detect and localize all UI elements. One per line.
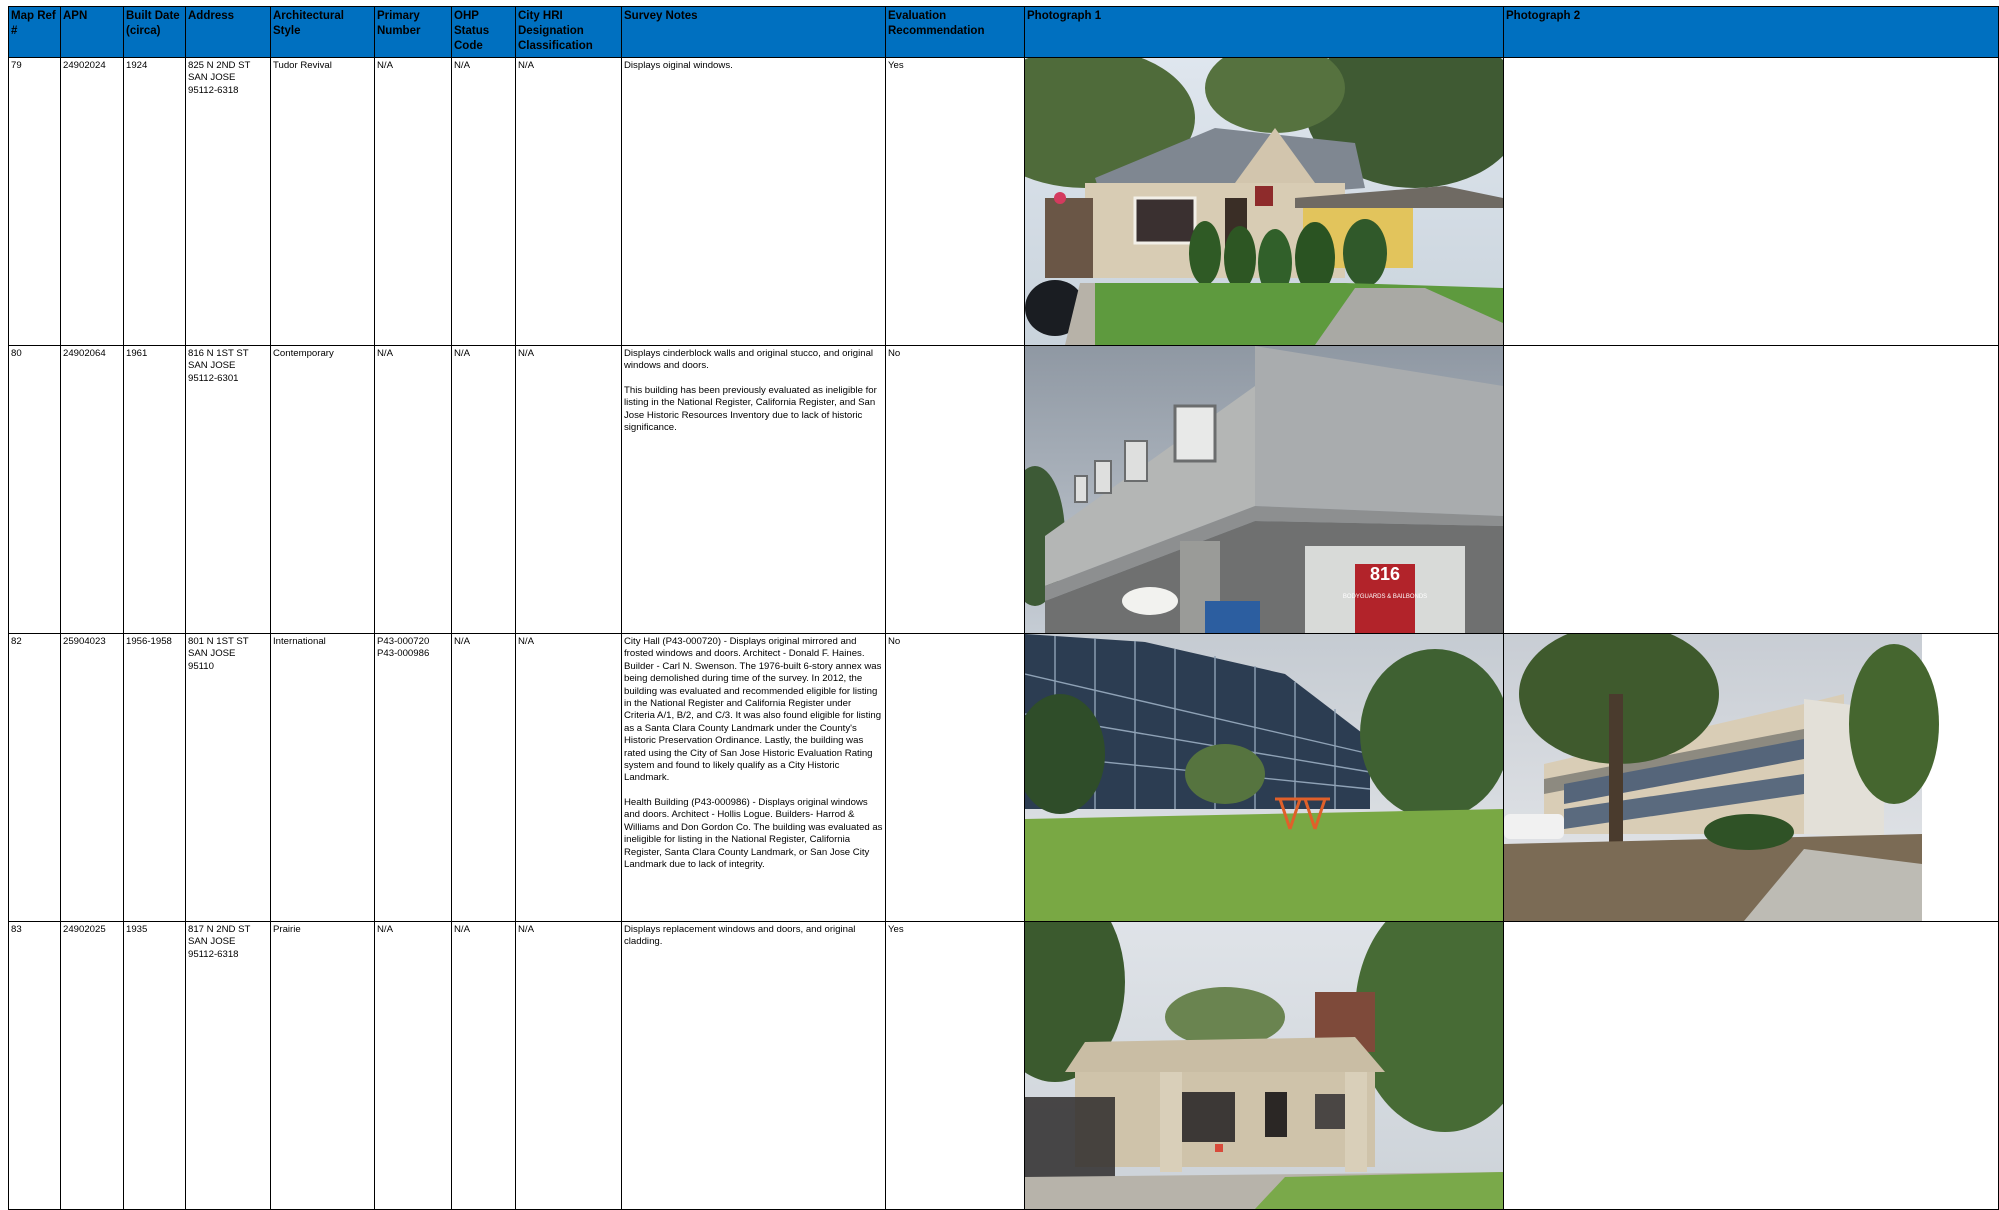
cell-evaluation: No [885,345,1025,634]
cell-map-ref: 82 [8,633,61,922]
cell-architectural-style: Prairie [270,921,375,1210]
survey-note-paragraph: Displays oiginal windows. [624,60,733,71]
cell-map-ref: 79 [8,57,61,346]
cell-photograph-1: 816 BODYGUARDS & BAILBONDS [1024,345,1504,634]
cell-map-ref: 83 [8,921,61,1210]
table-row: 79 24902024 1924 825 N 2ND ST SAN JOSE 9… [8,57,1999,346]
header-architectural-style: Architectural Style [270,6,375,58]
address-line: SAN JOSE [188,72,236,84]
cell-photograph-2 [1503,921,1999,1210]
cell-address: 801 N 1ST ST SAN JOSE 95110 [185,633,271,922]
cell-primary-number: N/A [374,57,452,346]
prairie-house-photo [1025,922,1503,1209]
primary-number-line: N/A [377,60,393,71]
cell-survey-notes: Displays oiginal windows. [621,57,886,346]
header-built-date: Built Date (circa) [123,6,186,58]
header-address: Address [185,6,271,58]
table-row: 83 24902025 1935 817 N 2ND ST SAN JOSE 9… [8,921,1999,1210]
cell-survey-notes: Displays cinderblock walls and original … [621,345,886,634]
cell-city-hri: N/A [515,633,622,922]
primary-number-line: N/A [377,924,393,935]
contemporary-apartment-photo: 816 BODYGUARDS & BAILBONDS [1025,346,1503,633]
address-line: SAN JOSE [188,648,236,660]
cell-city-hri: N/A [515,921,622,1210]
cell-survey-notes: City Hall (P43-000720) - Displays origin… [621,633,886,922]
cell-photograph-2 [1503,633,1999,922]
address-line: SAN JOSE [188,936,236,948]
header-primary-number: Primary Number [374,6,452,58]
cell-apn: 25904023 [60,633,124,922]
cell-ohp-status: N/A [451,633,516,922]
cell-apn: 24902064 [60,345,124,634]
address-line: 801 N 1ST ST [188,636,249,647]
header-row: Map Ref # APN Built Date (circa) Address… [8,6,1999,58]
health-building-photo [1504,634,1998,921]
address-line: 825 N 2ND ST [188,60,251,71]
cell-built-date: 1961 [123,345,186,634]
cell-address: 816 N 1ST ST SAN JOSE 95112-6301 [185,345,271,634]
table-row: 82 25904023 1956-1958 801 N 1ST ST SAN J… [8,633,1999,922]
address-line: 95112-6318 [188,948,239,960]
cell-evaluation: No [885,633,1025,922]
cell-built-date: 1956-1958 [123,633,186,922]
sign-number: 816 [1370,564,1400,584]
primary-number-line: P43-000986 [377,648,430,660]
header-ohp-status-code: OHP Status Code [451,6,516,58]
cell-primary-number: N/A [374,921,452,1210]
cell-photograph-2 [1503,345,1999,634]
cell-architectural-style: Contemporary [270,345,375,634]
cell-address: 817 N 2ND ST SAN JOSE 95112-6318 [185,921,271,1210]
address-line: 817 N 2ND ST [188,924,251,935]
property-survey-table: Map Ref # APN Built Date (circa) Address… [8,6,1999,1210]
cell-ohp-status: N/A [451,345,516,634]
cell-primary-number: P43-000720 P43-000986 [374,633,452,922]
header-map-ref: Map Ref # [8,6,61,58]
header-apn: APN [60,6,124,58]
address-line: 95112-6301 [188,372,239,384]
cell-photograph-1 [1024,57,1504,346]
header-photograph-1: Photograph 1 [1024,6,1504,58]
survey-note-paragraph: Health Building (P43-000986) - Displays … [624,796,883,870]
cell-apn: 24902024 [60,57,124,346]
cell-primary-number: N/A [374,345,452,634]
tudor-revival-house-photo [1025,58,1503,345]
cell-apn: 24902025 [60,921,124,1210]
primary-number-line: N/A [377,348,393,359]
cell-built-date: 1935 [123,921,186,1210]
cell-evaluation: Yes [885,57,1025,346]
survey-note-paragraph: Displays cinderblock walls and original … [624,348,874,372]
cell-photograph-2 [1503,57,1999,346]
cell-address: 825 N 2ND ST SAN JOSE 95112-6318 [185,57,271,346]
cell-architectural-style: Tudor Revival [270,57,375,346]
header-survey-notes: Survey Notes [621,6,886,58]
cell-survey-notes: Displays replacement windows and doors, … [621,921,886,1210]
address-line: 95112-6318 [188,84,239,96]
survey-note-paragraph: City Hall (P43-000720) - Displays origin… [624,636,882,784]
cell-ohp-status: N/A [451,921,516,1210]
cell-photograph-1 [1024,633,1504,922]
cell-city-hri: N/A [515,57,622,346]
primary-number-line: P43-000720 [377,636,430,647]
header-evaluation: Evaluation Recommendation [885,6,1025,58]
sign-text: BODYGUARDS & BAILBONDS [1343,594,1427,600]
cell-ohp-status: N/A [451,57,516,346]
cell-evaluation: Yes [885,921,1025,1210]
cell-map-ref: 80 [8,345,61,634]
cell-built-date: 1924 [123,57,186,346]
header-city-hri: City HRI Designation Classification [515,6,622,58]
cell-architectural-style: International [270,633,375,922]
header-photograph-2: Photograph 2 [1503,6,1999,58]
cell-photograph-1 [1024,921,1504,1210]
city-hall-curved-glass-building-photo [1025,634,1503,921]
survey-note-paragraph: Displays replacement windows and doors, … [624,924,856,948]
address-line: 95110 [188,660,214,672]
address-line: SAN JOSE [188,360,236,372]
cell-city-hri: N/A [515,345,622,634]
table-row: 80 24902064 1961 816 N 1ST ST SAN JOSE 9… [8,345,1999,634]
address-line: 816 N 1ST ST [188,348,249,359]
survey-note-paragraph: This building has been previously evalua… [624,384,877,434]
